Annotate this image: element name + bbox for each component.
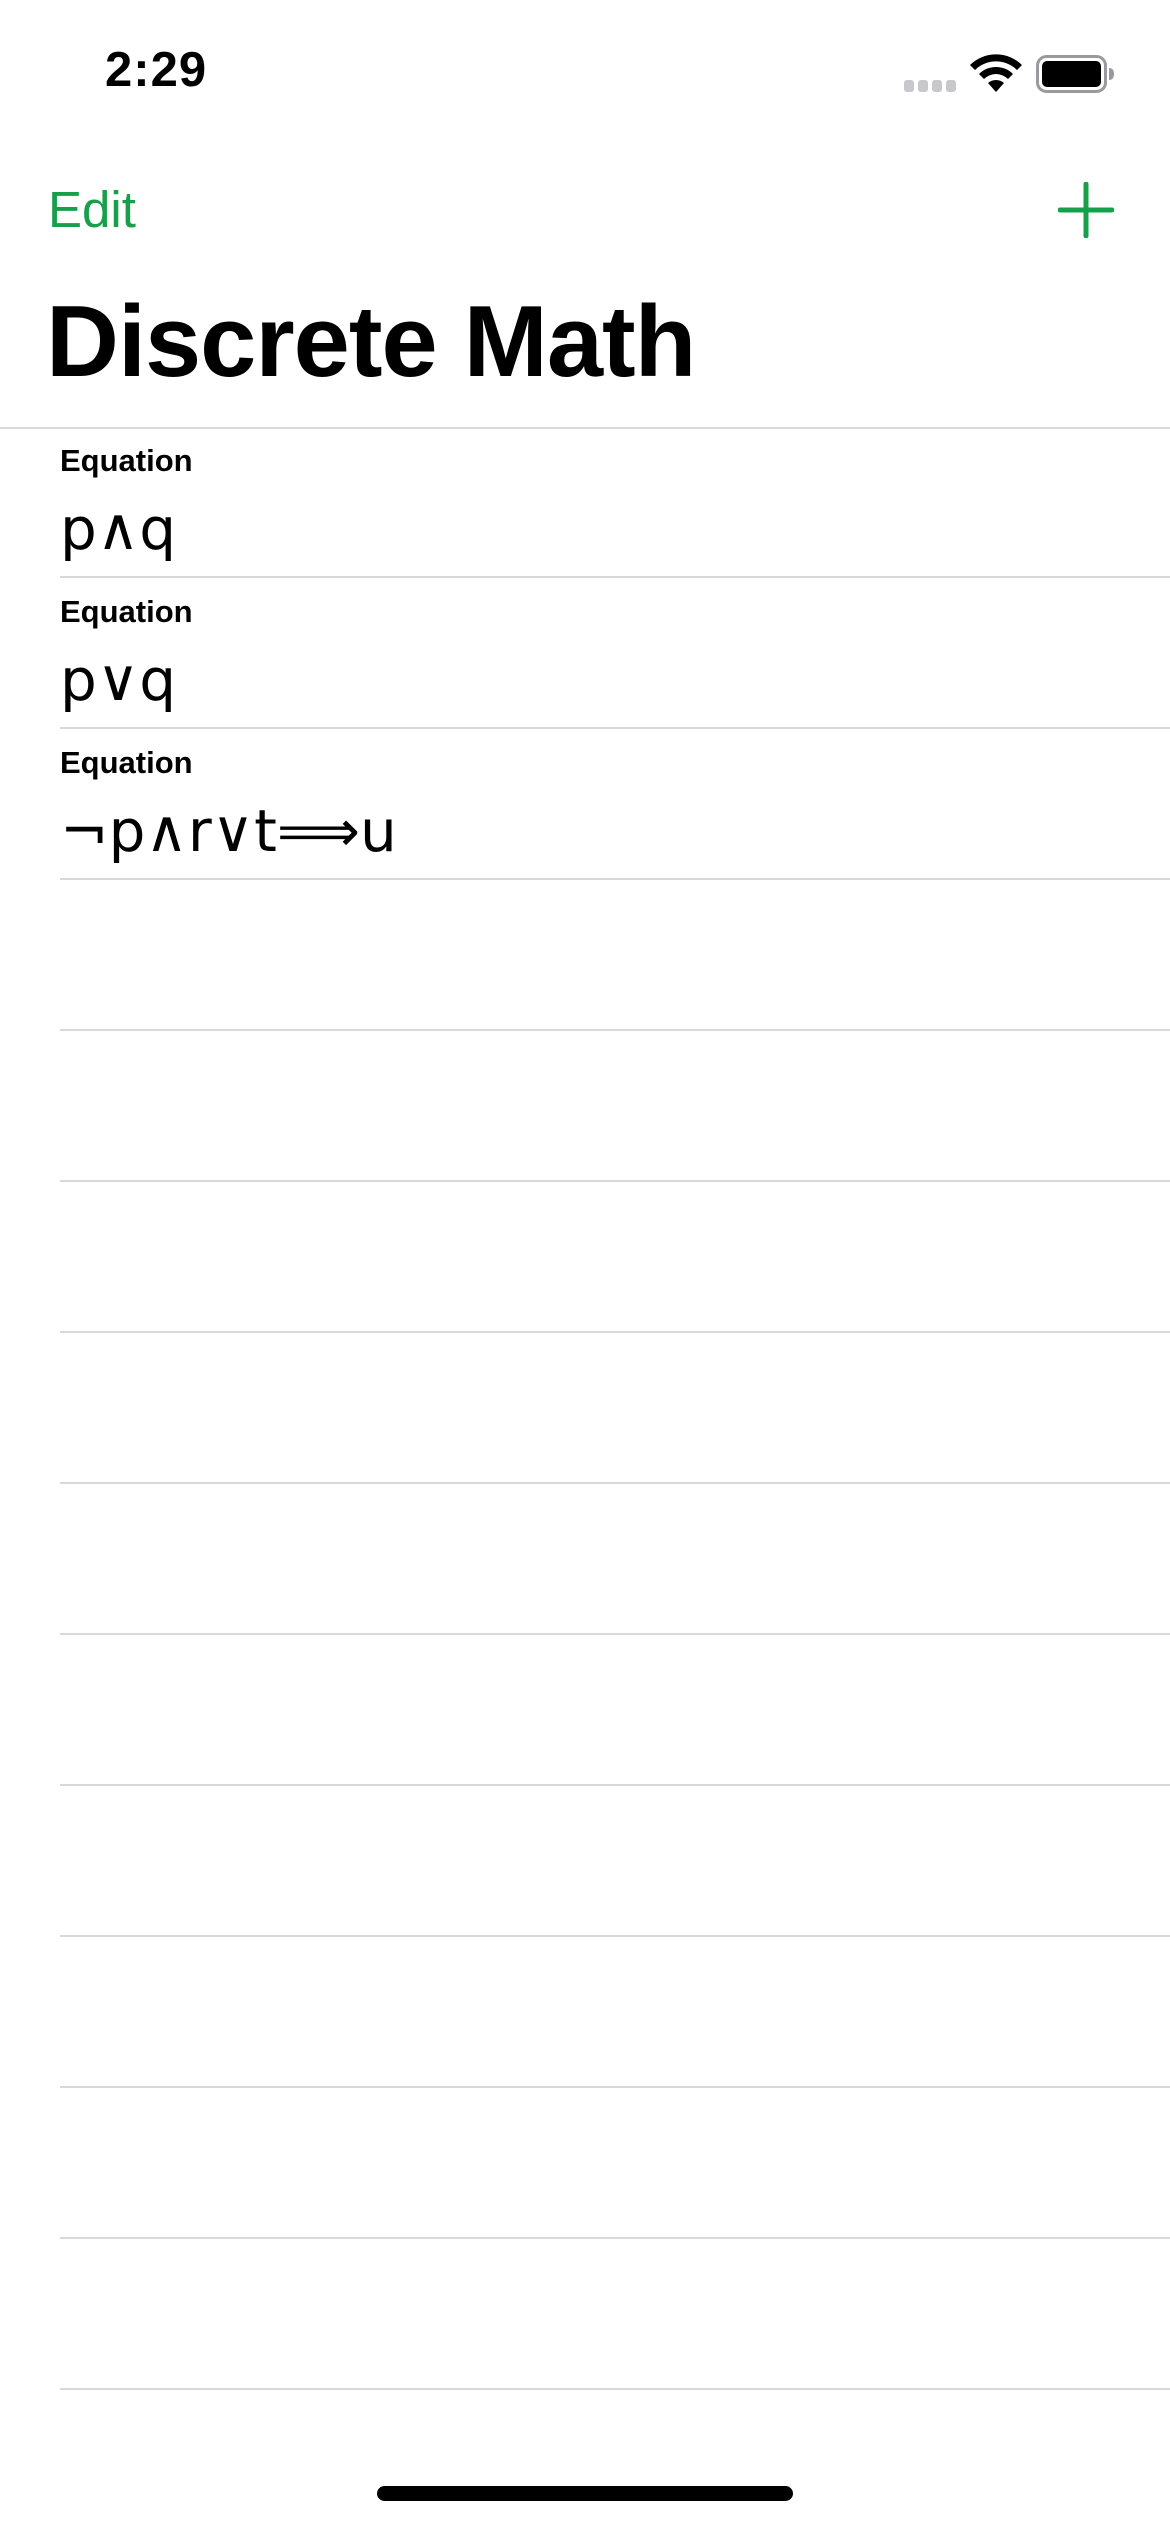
home-indicator[interactable] — [377, 2486, 793, 2501]
battery-icon — [1036, 55, 1114, 93]
empty-row — [60, 1484, 1170, 1635]
empty-row — [60, 880, 1170, 1031]
empty-row — [60, 1937, 1170, 2088]
signal-icon — [904, 80, 956, 92]
page-title: Discrete Math — [46, 286, 696, 398]
row-equation: p∨q — [60, 646, 177, 714]
empty-row — [60, 1031, 1170, 1182]
empty-row — [60, 1786, 1170, 1937]
nav-bar: Edit — [0, 160, 1170, 260]
empty-row — [60, 2088, 1170, 2239]
row-equation: ¬p∧r∨t⟹u — [60, 797, 397, 865]
wifi-icon — [970, 54, 1022, 92]
status-time: 2:29 — [105, 43, 208, 97]
list-item[interactable]: Equation ¬p∧r∨t⟹u — [60, 729, 1170, 880]
row-label: Equation — [60, 443, 193, 478]
row-label: Equation — [60, 745, 193, 780]
row-equation: p∧q — [60, 495, 177, 563]
status-bar: 2:29 — [0, 0, 1170, 140]
row-label: Equation — [60, 594, 193, 629]
empty-row — [60, 2239, 1170, 2390]
row-separator — [60, 2388, 1170, 2390]
empty-row — [60, 1182, 1170, 1333]
edit-button[interactable]: Edit — [48, 180, 136, 239]
plus-icon[interactable] — [1058, 182, 1114, 238]
empty-row — [60, 1635, 1170, 1786]
empty-row — [60, 1333, 1170, 1484]
list-item[interactable]: Equation p∨q — [60, 578, 1170, 729]
list-item[interactable]: Equation p∧q — [60, 427, 1170, 578]
